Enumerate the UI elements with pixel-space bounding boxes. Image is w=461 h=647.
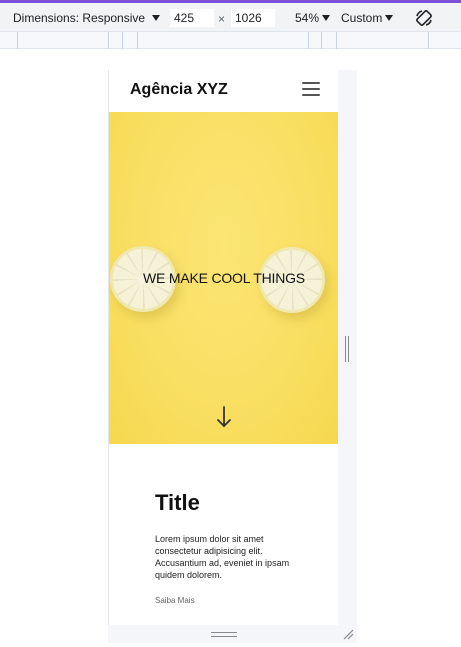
hamburger-icon[interactable]: [302, 82, 320, 98]
times-separator: ×: [218, 12, 226, 26]
zoom-label: 54%: [295, 11, 320, 25]
dimensions-dropdown[interactable]: Dimensions: Responsive: [13, 11, 161, 25]
learn-more-link[interactable]: Saiba Mais: [155, 596, 195, 605]
width-input[interactable]: [170, 9, 214, 27]
ruler-tick: [17, 32, 18, 49]
arrow-down-icon[interactable]: [216, 405, 232, 429]
throttling-label: Custom: [341, 11, 383, 25]
ruler-tick: [428, 32, 429, 49]
emulated-page: Agência XYZ WE MAKE COOL THINGS Title Lo…: [108, 70, 338, 625]
device-toolbar: Dimensions: Responsive × 54% Custom: [0, 0, 461, 31]
ruler-tick: [336, 32, 337, 49]
media-query-bar[interactable]: [0, 31, 461, 49]
ruler-tick: [308, 32, 309, 49]
hero-title: WE MAKE COOL THINGS: [143, 270, 305, 286]
throttling-dropdown[interactable]: Custom: [341, 11, 394, 25]
rotate-icon[interactable]: [414, 8, 434, 28]
zoom-dropdown[interactable]: 54%: [295, 11, 331, 25]
corner-resize-icon[interactable]: [342, 628, 354, 640]
dimensions-label: Dimensions: Responsive: [13, 11, 146, 25]
ruler-tick: [321, 32, 322, 49]
bottom-resize-handle[interactable]: [211, 632, 237, 637]
site-header: Agência XYZ: [109, 70, 338, 112]
ruler-tick: [108, 32, 109, 49]
section-title: Title: [155, 490, 200, 515]
chevron-down-icon: [152, 15, 161, 21]
brand-logo[interactable]: Agência XYZ: [130, 81, 228, 99]
right-resize-handle[interactable]: [345, 336, 349, 362]
ruler-tick: [137, 32, 138, 49]
hero-section: WE MAKE COOL THINGS: [109, 112, 338, 444]
content-section: Title Lorem ipsum dolor sit amet consect…: [109, 444, 338, 625]
section-text: Lorem ipsum dolor sit amet consectetur a…: [155, 534, 290, 580]
ruler-tick: [122, 32, 123, 49]
chevron-down-icon: [322, 15, 331, 21]
chevron-down-icon: [385, 15, 394, 21]
height-input[interactable]: [231, 9, 275, 27]
